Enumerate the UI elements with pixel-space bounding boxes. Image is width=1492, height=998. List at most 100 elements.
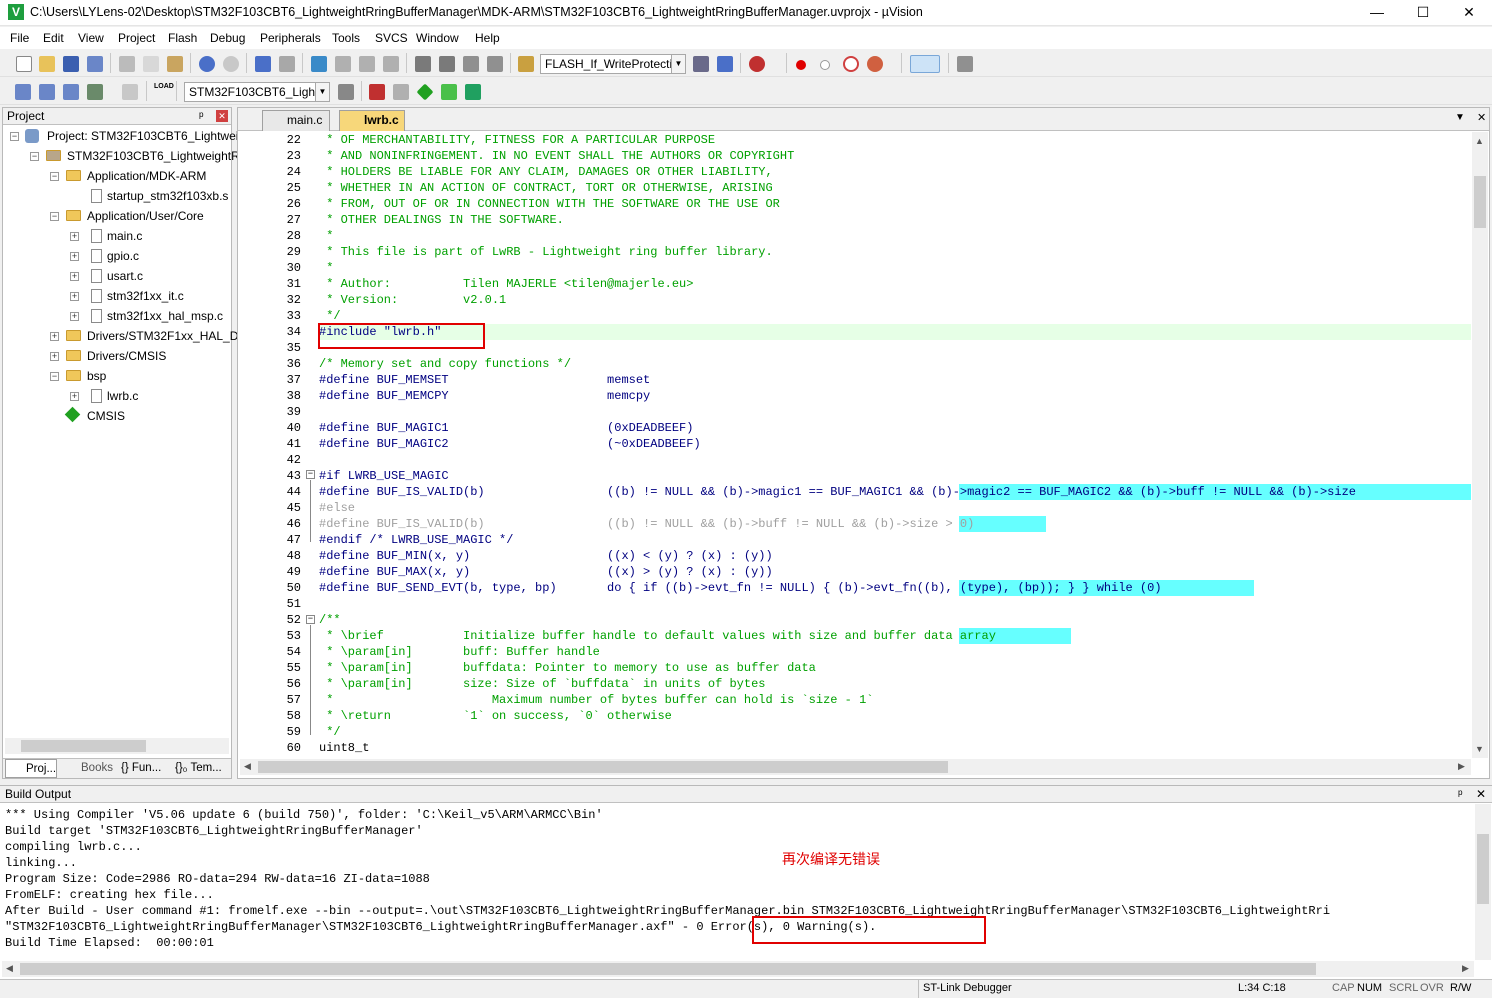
tab-list-icon[interactable]: ▼ bbox=[1455, 112, 1465, 123]
kill-breakpoints-icon[interactable] bbox=[843, 56, 859, 72]
paste-icon[interactable] bbox=[167, 56, 183, 72]
project-hscrollbar[interactable] bbox=[5, 738, 229, 754]
expand-icon[interactable]: + bbox=[70, 312, 79, 321]
menu-svcs[interactable]: SVCS bbox=[375, 31, 408, 45]
unindent-icon[interactable] bbox=[439, 56, 455, 72]
breakpoint-icon[interactable] bbox=[796, 60, 806, 70]
close-icon[interactable]: ✕ bbox=[1476, 786, 1486, 803]
build-vscrollbar[interactable] bbox=[1475, 804, 1491, 960]
load-icon[interactable]: LOAD bbox=[154, 83, 174, 91]
editor-hscrollbar[interactable]: ◀ ▶ bbox=[240, 759, 1471, 775]
next-bookmark-icon[interactable] bbox=[359, 56, 375, 72]
nav-back-icon[interactable] bbox=[255, 56, 271, 72]
code-view[interactable]: 22 23 24 25 26 27 28 29 30 31 32 33 34 3… bbox=[238, 132, 1471, 757]
configure-icon[interactable] bbox=[957, 56, 973, 72]
select-packs-icon[interactable] bbox=[441, 84, 457, 100]
menu-tools[interactable]: Tools bbox=[332, 31, 360, 45]
tree-item-project-root[interactable]: Project: STM32F103CBT6_Lightweig bbox=[47, 126, 245, 146]
expand-icon[interactable]: + bbox=[50, 352, 59, 361]
bookmark-icon[interactable] bbox=[311, 56, 327, 72]
collapse-icon[interactable]: − bbox=[50, 172, 59, 181]
nav-forward-icon[interactable] bbox=[279, 56, 295, 72]
menu-debug[interactable]: Debug bbox=[210, 31, 245, 45]
find-combo[interactable]: FLASH_If_WriteProtection ▼ bbox=[540, 54, 686, 74]
save-all-icon[interactable] bbox=[87, 56, 103, 72]
menu-peripherals[interactable]: Peripherals bbox=[260, 31, 321, 45]
build-hscrollbar[interactable]: ◀ ▶ bbox=[2, 961, 1474, 977]
window-layout-icon[interactable] bbox=[910, 55, 940, 73]
menu-view[interactable]: View bbox=[78, 31, 104, 45]
tree-file-main-c[interactable]: main.c bbox=[107, 226, 142, 246]
menu-help[interactable]: Help bbox=[475, 31, 500, 45]
minimize-button[interactable]: — bbox=[1354, 0, 1400, 26]
undo-icon[interactable] bbox=[199, 56, 215, 72]
cut-icon[interactable] bbox=[119, 56, 135, 72]
pack-installer-icon[interactable] bbox=[416, 83, 434, 101]
comment-icon[interactable] bbox=[463, 56, 479, 72]
expand-icon[interactable]: + bbox=[70, 272, 79, 281]
close-tab-icon[interactable]: ✕ bbox=[1477, 111, 1486, 124]
collapse-icon[interactable]: − bbox=[30, 152, 39, 161]
close-icon[interactable]: ✕ bbox=[216, 110, 228, 122]
tree-file-hal-msp-c[interactable]: stm32f1xx_hal_msp.c bbox=[107, 306, 223, 326]
pin-icon[interactable]: ᵖ bbox=[199, 108, 204, 124]
bugs-icon[interactable] bbox=[867, 56, 883, 72]
find-icon[interactable] bbox=[693, 56, 709, 72]
pin-icon[interactable]: ᵖ bbox=[1458, 786, 1463, 803]
tree-item-cmsis[interactable]: CMSIS bbox=[87, 406, 125, 426]
prev-bookmark-icon[interactable] bbox=[335, 56, 351, 72]
tab-project[interactable]: Proj... bbox=[5, 759, 58, 778]
tab-books[interactable]: Books bbox=[61, 759, 113, 778]
tab-functions[interactable]: {} Fun... bbox=[117, 759, 161, 778]
expand-icon[interactable]: + bbox=[70, 232, 79, 241]
expand-icon[interactable]: + bbox=[50, 332, 59, 341]
collapse-icon[interactable]: − bbox=[50, 212, 59, 221]
menu-project[interactable]: Project bbox=[118, 31, 155, 45]
tree-item-target[interactable]: STM32F103CBT6_LightweightRi bbox=[67, 146, 242, 166]
tree-group-drivers-cmsis[interactable]: Drivers/CMSIS bbox=[87, 346, 166, 366]
chevron-down-icon[interactable]: ▼ bbox=[315, 83, 329, 101]
build-icon[interactable] bbox=[39, 84, 55, 100]
fold-toggle-icon[interactable]: − bbox=[306, 615, 315, 624]
manage-runtime-icon[interactable] bbox=[465, 84, 481, 100]
tree-group-bsp[interactable]: bsp bbox=[87, 366, 106, 386]
tree-group-application-mdk-arm[interactable]: Application/MDK-ARM bbox=[87, 166, 206, 186]
tree-file-stm32f1xx-it-c[interactable]: stm32f1xx_it.c bbox=[107, 286, 184, 306]
indent-icon[interactable] bbox=[415, 56, 431, 72]
editor-vscrollbar[interactable]: ▲ ▼ bbox=[1472, 132, 1488, 758]
batch-build-icon[interactable] bbox=[87, 84, 103, 100]
tab-main-c[interactable]: main.c bbox=[262, 110, 330, 131]
expand-icon[interactable]: + bbox=[70, 292, 79, 301]
rebuild-icon[interactable] bbox=[63, 84, 79, 100]
incremental-find-icon[interactable] bbox=[717, 56, 733, 72]
save-icon[interactable] bbox=[63, 56, 79, 72]
tab-lwrb-c[interactable]: lwrb.c bbox=[339, 110, 405, 131]
clear-bookmarks-icon[interactable] bbox=[383, 56, 399, 72]
menu-window[interactable]: Window bbox=[416, 31, 459, 45]
menu-file[interactable]: File bbox=[10, 31, 29, 45]
open-file-icon[interactable] bbox=[39, 56, 55, 72]
expand-icon[interactable]: + bbox=[70, 392, 79, 401]
file-extensions-icon[interactable] bbox=[393, 84, 409, 100]
stop-build-icon[interactable] bbox=[122, 84, 138, 100]
new-file-icon[interactable] bbox=[16, 56, 32, 72]
tree-file-startup[interactable]: startup_stm32f103xb.s bbox=[107, 186, 228, 206]
maximize-button[interactable]: ☐ bbox=[1400, 0, 1446, 26]
find-in-files-icon[interactable] bbox=[518, 56, 534, 72]
expand-icon[interactable]: + bbox=[70, 252, 79, 261]
translate-icon[interactable] bbox=[15, 84, 31, 100]
close-button[interactable]: ✕ bbox=[1446, 0, 1492, 26]
tree-file-usart-c[interactable]: usart.c bbox=[107, 266, 143, 286]
redo-icon[interactable] bbox=[223, 56, 239, 72]
target-combo[interactable]: STM32F103CBT6_Lightwe ▼ bbox=[184, 82, 330, 102]
debug-session-icon[interactable] bbox=[749, 56, 765, 72]
tab-templates[interactable]: {}₀ Tem... bbox=[171, 759, 222, 778]
menu-flash[interactable]: Flash bbox=[168, 31, 197, 45]
disable-breakpoint-icon[interactable] bbox=[820, 60, 830, 70]
target-options-icon[interactable] bbox=[338, 84, 354, 100]
tree-file-lwrb-c[interactable]: lwrb.c bbox=[107, 386, 138, 406]
tree-group-drivers-hal[interactable]: Drivers/STM32F1xx_HAL_D bbox=[87, 326, 238, 346]
tree-file-gpio-c[interactable]: gpio.c bbox=[107, 246, 139, 266]
fold-toggle-icon[interactable]: − bbox=[306, 470, 315, 479]
copy-icon[interactable] bbox=[143, 56, 159, 72]
